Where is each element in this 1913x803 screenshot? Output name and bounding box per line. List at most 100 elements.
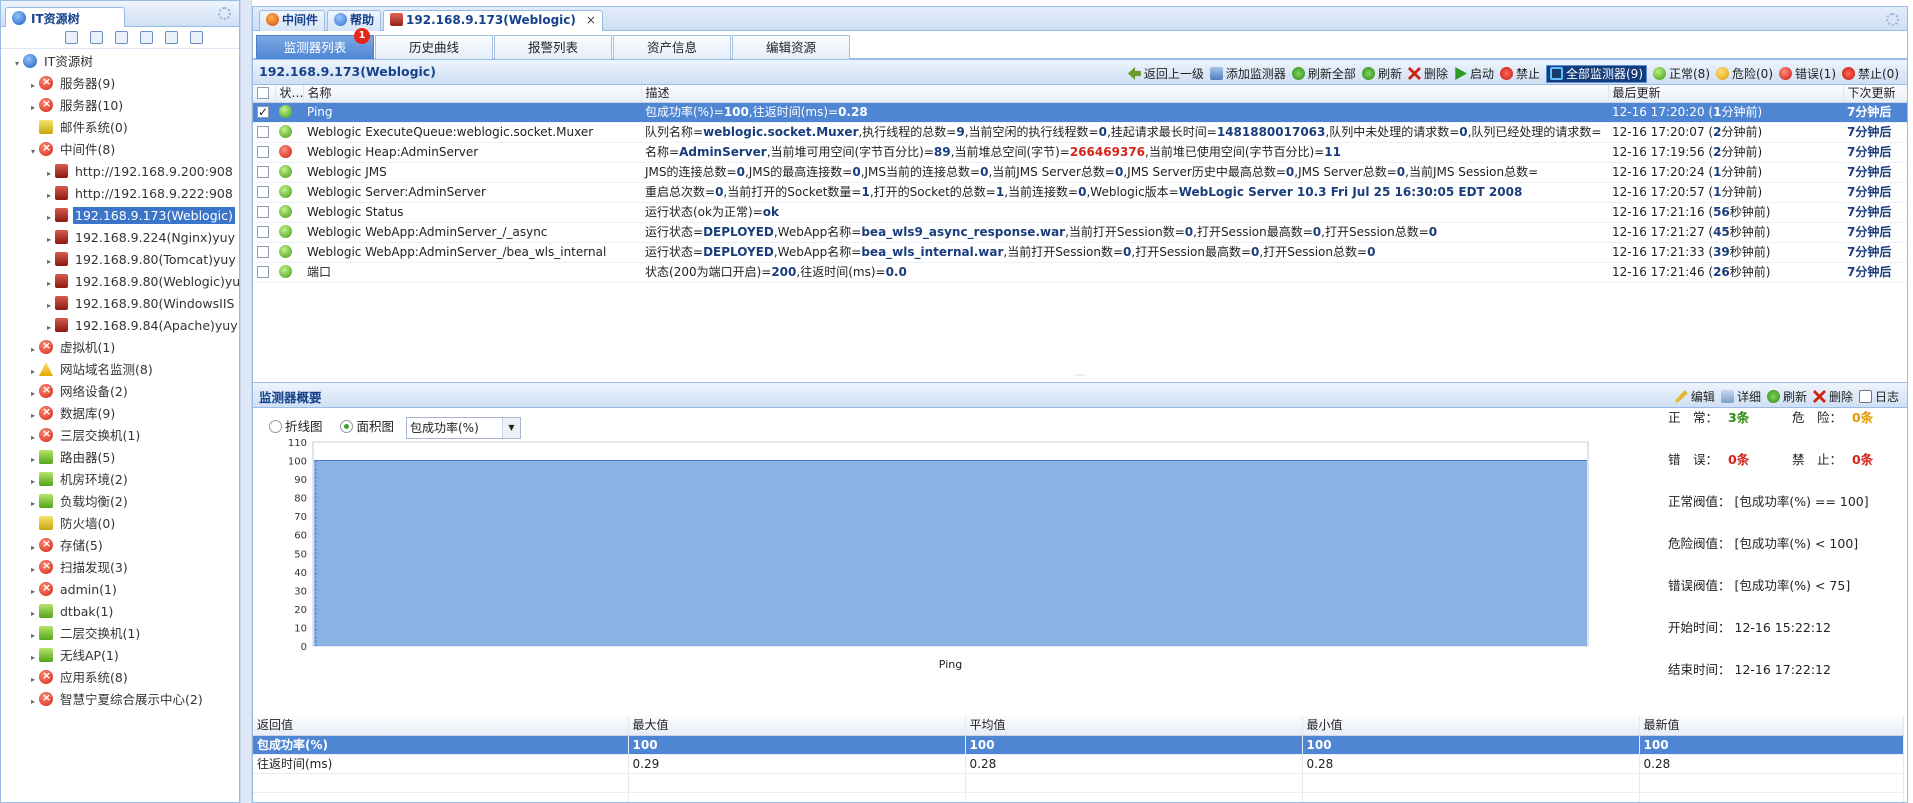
danger-filter[interactable]: 危险(0) — [1716, 67, 1773, 81]
subtab-history-curve[interactable]: 历史曲线 — [375, 35, 493, 59]
tree-node[interactable]: ▸ 数据库(9) — [1, 403, 239, 425]
expand-arrow-icon[interactable]: ▸ — [27, 427, 39, 447]
monitor-name[interactable]: 端口 — [303, 262, 641, 283]
tree-node[interactable]: ▸ http://192.168.9.200:908 — [1, 161, 239, 183]
tree-node[interactable]: ▸ 192.168.9.84(Apache)yuy — [1, 315, 239, 337]
expand-arrow-icon[interactable]: ▸ — [27, 647, 39, 667]
row-checkbox-cell[interactable] — [253, 242, 275, 263]
tree-node[interactable]: ▸ admin(1) — [1, 579, 239, 601]
expand-arrow-icon[interactable]: ▸ — [27, 339, 39, 359]
table-row[interactable]: Weblogic Server:AdminServer 重启总次数=0,当前打开的… — [253, 182, 1907, 203]
table-row[interactable]: Weblogic Status 运行状态(ok为正常)=ok 12-16 17:21… — [253, 202, 1907, 223]
row-checkbox-cell[interactable] — [253, 182, 275, 203]
expand-arrow-icon[interactable]: ▸ — [43, 185, 55, 205]
table-row[interactable]: Ping包成功率(%)=100,往返时间(ms)=0.2812-16 17:20… — [253, 102, 1907, 123]
column-header[interactable]: 下次更新 — [1843, 85, 1907, 103]
tree-node[interactable]: ▸ 扫描发现(3) — [1, 557, 239, 579]
row-checkbox-cell[interactable] — [253, 162, 275, 183]
resize-handle[interactable]: ⋯ — [253, 372, 1907, 382]
tree-node[interactable]: ▸ 智慧宁夏综合展示中心(2) — [1, 689, 239, 711]
gear-icon[interactable] — [218, 7, 231, 20]
tab-help[interactable]: 帮助 — [327, 10, 382, 31]
expand-arrow-icon[interactable]: ▸ — [27, 581, 39, 601]
all-monitors-filter[interactable]: 全部监测器(9) — [1546, 65, 1647, 83]
row-checkbox[interactable] — [257, 166, 269, 178]
expand-arrow-icon[interactable]: ▸ — [43, 229, 55, 249]
row-checkbox-cell[interactable] — [253, 202, 275, 223]
tree-node[interactable]: ▸ 存储(5) — [1, 535, 239, 557]
select-all-cell[interactable] — [253, 85, 276, 103]
monitor-name[interactable]: Weblogic Heap:AdminServer — [303, 142, 641, 163]
add-monitor-button[interactable]: 添加监测器 — [1209, 67, 1286, 81]
refresh-button[interactable]: 刷新 — [1361, 67, 1402, 81]
delete-button[interactable]: 删除 — [1812, 390, 1853, 404]
collapse-arrow-icon[interactable]: ▾ — [11, 53, 23, 73]
tree-node[interactable]: ▸ 负载均衡(2) — [1, 491, 239, 513]
tree-node[interactable]: ▸ 192.168.9.80(WindowsIIS — [1, 293, 239, 315]
main-gear-icon[interactable] — [1886, 13, 1899, 26]
tree-node[interactable]: ▸ dtbak(1) — [1, 601, 239, 623]
refresh-all-button[interactable]: 刷新全部 — [1291, 67, 1356, 81]
tree-node[interactable]: ▸ 网站域名监测(8) — [1, 359, 239, 381]
collapse-all-icon[interactable] — [90, 31, 103, 44]
expand-all-icon[interactable] — [65, 31, 78, 44]
disable-button[interactable]: 禁止 — [1499, 67, 1540, 81]
subtab-alarm-list[interactable]: 报警列表 — [494, 35, 612, 59]
locate-icon[interactable] — [115, 31, 128, 44]
column-header[interactable]: 最后更新 — [1608, 85, 1844, 103]
edit-button[interactable]: 编辑 — [1674, 390, 1715, 404]
row-checkbox[interactable] — [257, 266, 269, 278]
table-row[interactable]: Weblogic JMS JMS的连接总数=0,JMS的最高连接数=0,JMS当前… — [253, 162, 1907, 183]
search-icon[interactable] — [140, 31, 153, 44]
table-row[interactable]: Weblogic Heap:AdminServer 名称=AdminServer,… — [253, 142, 1907, 163]
row-checkbox[interactable] — [257, 103, 269, 121]
expand-arrow-icon[interactable]: ▸ — [27, 669, 39, 689]
monitor-name[interactable]: Weblogic ExecuteQueue:weblogic.socket.Mu… — [303, 122, 641, 143]
row-checkbox-cell[interactable] — [253, 142, 275, 163]
refresh-icon[interactable] — [165, 31, 178, 44]
expand-arrow-icon[interactable]: ▸ — [27, 383, 39, 403]
row-checkbox-cell[interactable] — [253, 222, 275, 243]
column-header[interactable]: 描述 — [641, 85, 1609, 103]
expand-arrow-icon[interactable]: ▸ — [27, 405, 39, 425]
normal-filter[interactable]: 正常(8) — [1653, 67, 1710, 81]
values-column-header[interactable]: 返回值 — [253, 716, 629, 736]
tree-node[interactable]: ▸ 三层交换机(1) — [1, 425, 239, 447]
tree-node[interactable]: ▸ 机房环境(2) — [1, 469, 239, 491]
detail-button[interactable]: 详细 — [1720, 390, 1761, 404]
table-row[interactable]: 端口 状态(200为端口开启)=200,往返时间(ms)=0.0 12-16 17:… — [253, 262, 1907, 283]
row-checkbox-cell[interactable] — [253, 262, 275, 283]
panel-splitter[interactable] — [240, 0, 252, 803]
expand-arrow-icon[interactable]: ▸ — [27, 559, 39, 579]
tree-node[interactable]: ▸ 192.168.9.173(Weblogic) — [1, 205, 239, 227]
values-column-header[interactable]: 平均值 — [965, 716, 1303, 736]
expand-arrow-icon[interactable]: ▸ — [27, 471, 39, 491]
area-chart-radio[interactable] — [340, 420, 354, 433]
expand-arrow-icon[interactable]: ▸ — [43, 163, 55, 183]
row-checkbox[interactable] — [257, 126, 269, 138]
monitor-name[interactable]: Weblogic Server:AdminServer — [303, 182, 641, 203]
monitor-name[interactable]: Weblogic WebApp:AdminServer_/bea_wls_int… — [303, 242, 641, 263]
expand-arrow-icon[interactable]: ▾ — [27, 141, 39, 161]
monitor-name[interactable]: Weblogic WebApp:AdminServer_/_async — [303, 222, 641, 243]
expand-arrow-icon[interactable]: ▸ — [27, 603, 39, 623]
expand-arrow-icon[interactable]: ▸ — [43, 273, 55, 293]
tree-node[interactable]: 邮件系统(0) — [1, 117, 239, 139]
values-column-header[interactable]: 最小值 — [1302, 716, 1640, 736]
tab-middleware[interactable]: 中间件 — [259, 10, 326, 31]
values-row[interactable]: 包成功率(%) 100 100 100 100 — [253, 735, 1904, 755]
row-checkbox[interactable] — [257, 226, 269, 238]
expand-arrow-icon[interactable]: ▸ — [27, 75, 39, 95]
disabled-filter[interactable]: 禁止(0) — [1842, 67, 1899, 81]
subtab-asset-info[interactable]: 资产信息 — [613, 35, 731, 59]
expand-arrow-icon[interactable]: ▸ — [27, 537, 39, 557]
row-checkbox-cell[interactable] — [253, 102, 275, 123]
values-column-header[interactable]: 最新值 — [1639, 716, 1904, 736]
row-checkbox[interactable] — [257, 146, 269, 158]
tree-root[interactable]: ▾ IT资源树 — [1, 51, 239, 73]
tree-node[interactable]: ▸ http://192.168.9.222:908 — [1, 183, 239, 205]
monitor-name[interactable]: Ping — [303, 102, 641, 123]
tree-node[interactable]: ▸ 192.168.9.224(Nginx)yuy — [1, 227, 239, 249]
delete-button[interactable]: 删除 — [1407, 67, 1448, 81]
expand-arrow-icon[interactable]: ▸ — [27, 691, 39, 711]
